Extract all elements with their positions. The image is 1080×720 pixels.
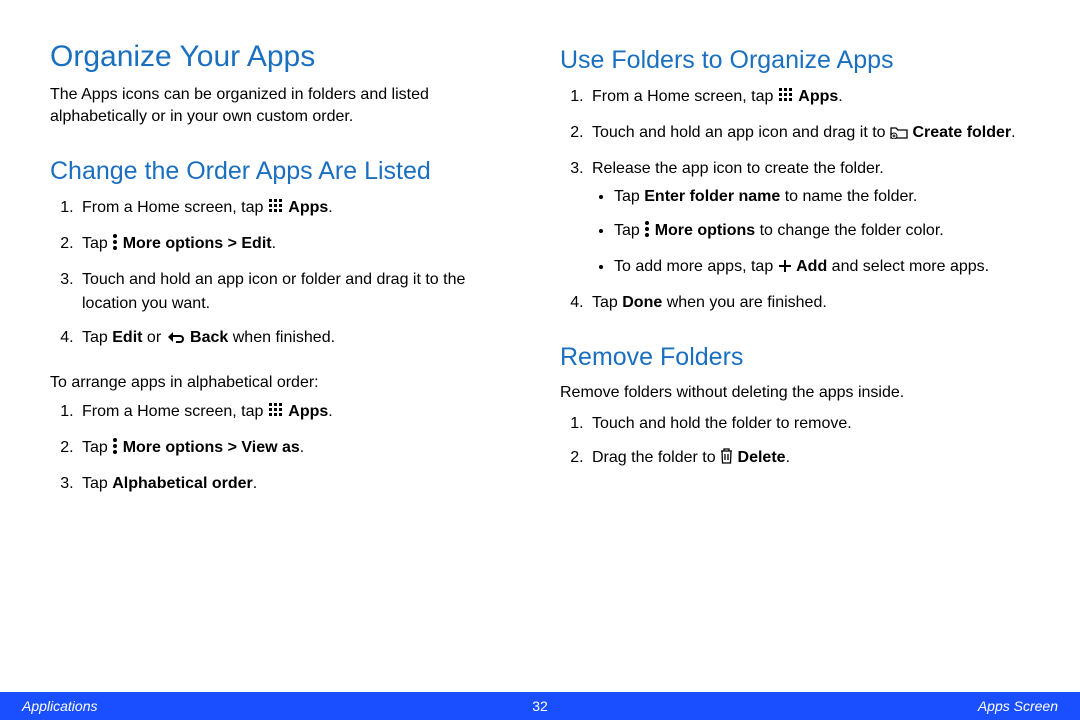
add-plus-icon — [778, 257, 792, 281]
list-item: Drag the folder to Delete. — [588, 446, 1030, 472]
bold-text: Delete — [738, 449, 786, 466]
bold-text: Apps — [288, 199, 328, 216]
text: Tap — [82, 329, 112, 346]
bold-text: Create folder — [912, 124, 1011, 141]
text: . — [253, 475, 257, 492]
list-item: Tap More options to change the folder co… — [614, 219, 1030, 245]
list-item: Release the app icon to create the folde… — [588, 157, 1030, 281]
bullet-list: Tap Enter folder name to name the folder… — [592, 185, 1030, 281]
footer-right: Apps Screen — [978, 698, 1058, 714]
left-column: Organize Your Apps The Apps icons can be… — [50, 40, 520, 506]
text: or — [142, 329, 165, 346]
text: Release the app icon to create the folde… — [592, 160, 884, 177]
page-footer: Applications 32 Apps Screen — [0, 692, 1080, 720]
list-item: Tap Enter folder name to name the folder… — [614, 185, 1030, 209]
section-heading-change-order: Change the Order Apps Are Listed — [50, 157, 520, 186]
text: and select more apps. — [827, 258, 989, 275]
ordered-list: Touch and hold the folder to remove. Dra… — [560, 412, 1030, 472]
bold-text: More options > View as — [123, 439, 300, 456]
bold-text: Apps — [798, 88, 838, 105]
section-heading-remove-folders: Remove Folders — [560, 343, 1030, 372]
list-item: Touch and hold an app icon and drag it t… — [588, 121, 1030, 147]
bold-text: Enter folder name — [644, 188, 780, 205]
text: when you are finished. — [662, 294, 827, 311]
text: . — [786, 449, 790, 466]
text: Tap — [614, 222, 644, 239]
list-item: To add more apps, tap Add and select mor… — [614, 255, 1030, 281]
bold-text: Back — [190, 329, 228, 346]
text: From a Home screen, tap — [82, 199, 268, 216]
ordered-list: From a Home screen, tap Apps. Tap More o… — [50, 196, 520, 352]
more-options-icon — [112, 234, 118, 258]
list-item: Tap Edit or Back when finished. — [78, 326, 520, 352]
bold-text: Apps — [288, 403, 328, 420]
text: . — [300, 439, 304, 456]
list-item: From a Home screen, tap Apps. — [588, 85, 1030, 111]
right-column: Use Folders to Organize Apps From a Home… — [560, 40, 1030, 506]
page-title: Organize Your Apps — [50, 40, 520, 74]
text: From a Home screen, tap — [82, 403, 268, 420]
list-item: From a Home screen, tap Apps. — [78, 196, 520, 222]
page-number: 32 — [532, 698, 548, 714]
text: . — [328, 199, 332, 216]
more-options-icon — [644, 221, 650, 245]
section-heading-use-folders: Use Folders to Organize Apps — [560, 46, 1030, 75]
text: to change the folder color. — [755, 222, 944, 239]
text: . — [838, 88, 842, 105]
list-item: Tap More options > Edit. — [78, 232, 520, 258]
text: . — [328, 403, 332, 420]
delete-trash-icon — [720, 448, 733, 472]
bold-text: More options > Edit — [123, 235, 272, 252]
list-item: Touch and hold an app icon or folder and… — [78, 268, 520, 316]
intro-text: Remove folders without deleting the apps… — [560, 382, 1030, 404]
ordered-list: From a Home screen, tap Apps. Tap More o… — [50, 400, 520, 496]
list-item: Tap Alphabetical order. — [78, 472, 520, 496]
text: Tap — [614, 188, 644, 205]
ordered-list: From a Home screen, tap Apps. Touch and … — [560, 85, 1030, 315]
subintro-text: To arrange apps in alphabetical order: — [50, 372, 520, 394]
bold-text: Done — [622, 294, 662, 311]
bold-text: Edit — [112, 329, 142, 346]
apps-grid-icon — [778, 87, 794, 111]
bold-text: Alphabetical order — [112, 475, 252, 492]
apps-grid-icon — [268, 402, 284, 426]
text: Tap — [82, 235, 112, 252]
text: Touch and hold an app icon and drag it t… — [592, 124, 890, 141]
text: . — [1011, 124, 1015, 141]
text: Drag the folder to — [592, 449, 720, 466]
create-folder-icon — [890, 123, 908, 147]
list-item: Tap More options > View as. — [78, 436, 520, 462]
list-item: Tap Done when you are finished. — [588, 291, 1030, 315]
footer-left: Applications — [22, 698, 98, 714]
list-item: Touch and hold the folder to remove. — [588, 412, 1030, 436]
text: Tap — [82, 475, 112, 492]
bold-text: More options — [655, 222, 755, 239]
list-item: From a Home screen, tap Apps. — [78, 400, 520, 426]
text: to name the folder. — [780, 188, 917, 205]
apps-grid-icon — [268, 198, 284, 222]
text: Tap — [82, 439, 112, 456]
text: Tap — [592, 294, 622, 311]
text: From a Home screen, tap — [592, 88, 778, 105]
back-icon — [166, 328, 186, 352]
text: when finished. — [228, 329, 335, 346]
bold-text: Add — [796, 258, 827, 275]
text: To add more apps, tap — [614, 258, 778, 275]
more-options-icon — [112, 438, 118, 462]
intro-text: The Apps icons can be organized in folde… — [50, 84, 520, 129]
text: . — [272, 235, 276, 252]
